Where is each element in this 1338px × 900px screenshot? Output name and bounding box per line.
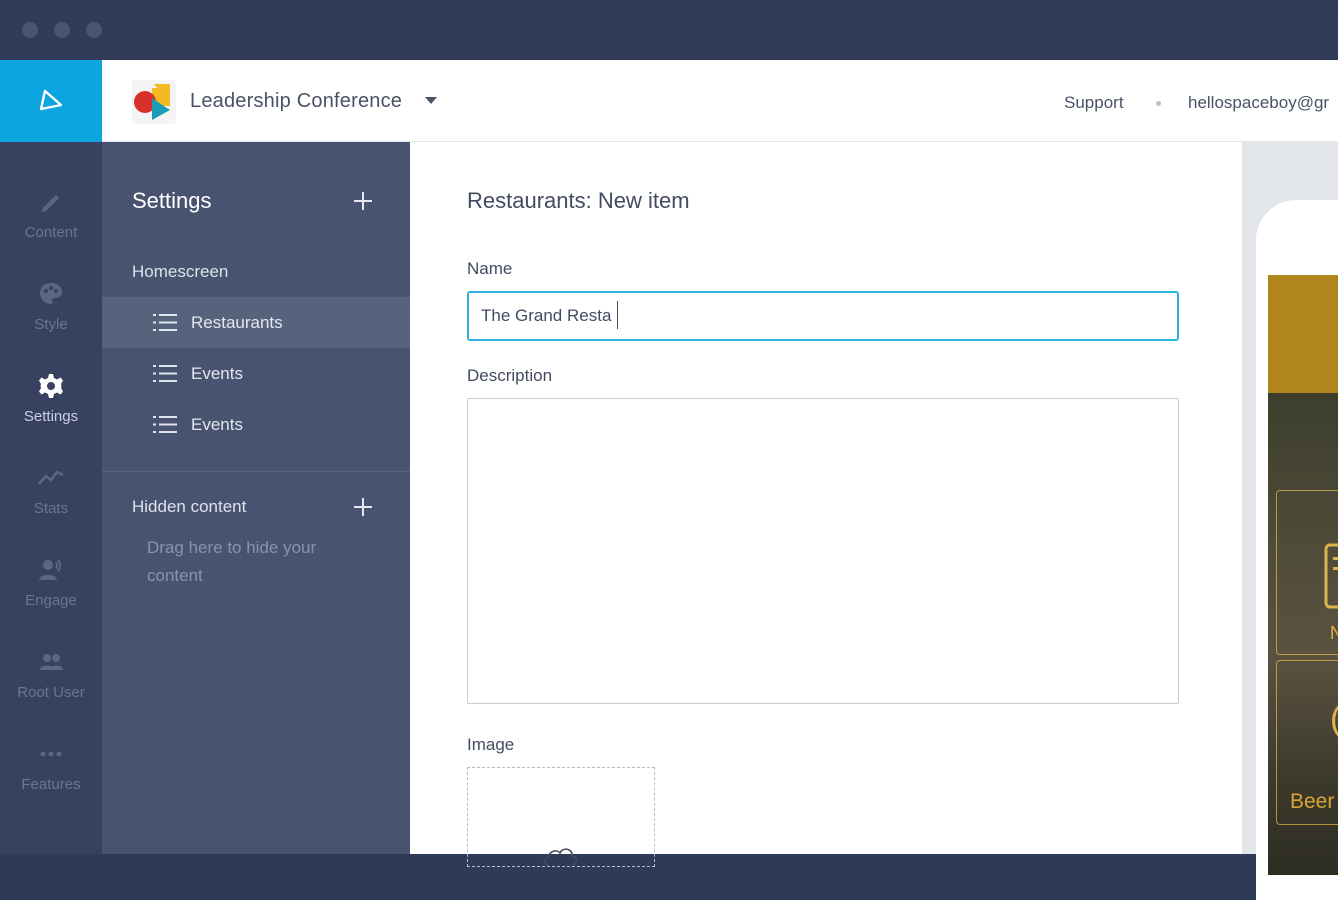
nav-item-events[interactable]: Events	[102, 348, 410, 399]
rail-item-style[interactable]: Style	[0, 280, 102, 360]
support-link[interactable]: Support	[1064, 93, 1124, 113]
add-page-button[interactable]	[354, 192, 372, 210]
nav-item-label: Events	[191, 415, 243, 434]
list-icon	[153, 365, 177, 382]
panel-title: Settings	[132, 188, 212, 213]
rail-item-engage[interactable]: Engage	[0, 556, 102, 636]
preview-header	[1268, 275, 1338, 393]
palette-icon	[40, 283, 62, 304]
users-icon	[40, 654, 63, 670]
top-bar: Leadership Conference Support hellospace…	[102, 60, 1338, 142]
name-input[interactable]	[467, 291, 1179, 341]
chart-line-icon	[38, 470, 64, 485]
image-upload-dropzone[interactable]	[467, 767, 655, 867]
nav-item-restaurants[interactable]: Restaurants	[102, 297, 410, 348]
hidden-content-label: Hidden content	[132, 497, 247, 516]
rail-item-settings[interactable]: Settings	[0, 372, 102, 452]
nav-item-label: Events	[191, 364, 243, 383]
rail-item-label: Features	[21, 776, 81, 793]
rail-item-content[interactable]: Content	[0, 188, 102, 268]
add-hidden-button[interactable]	[354, 498, 372, 516]
rail-item-label: Content	[24, 224, 78, 241]
hidden-dropzone[interactable]: Drag here to hide your content	[147, 534, 347, 590]
menu-icon	[1324, 543, 1338, 609]
phone-screen: N ( Beer	[1268, 275, 1338, 875]
rail-item-root-user[interactable]: Root User	[0, 648, 102, 728]
list-icon	[153, 314, 177, 331]
text-caret	[617, 301, 618, 329]
window-minimize-button[interactable]	[54, 22, 70, 38]
list-icon	[153, 416, 177, 433]
image-label: Image	[467, 735, 515, 754]
chevron-down-icon[interactable]	[425, 97, 437, 104]
pencil-icon	[42, 195, 59, 212]
preview-text: Beer	[1290, 790, 1335, 813]
paper-plane-icon	[39, 89, 63, 111]
account-email[interactable]: hellospaceboy@gr	[1188, 93, 1329, 113]
form-title: Restaurants: New item	[467, 188, 690, 213]
homescreen-label[interactable]: Homescreen	[132, 262, 228, 282]
window-close-button[interactable]	[22, 22, 38, 38]
panel-divider	[102, 471, 410, 472]
rail-item-label: Stats	[33, 500, 69, 517]
app-icon	[132, 80, 176, 124]
nav-item-events-2[interactable]: Events	[102, 399, 410, 450]
more-dots-icon	[40, 751, 62, 757]
separator-dot	[1156, 101, 1161, 106]
description-textarea[interactable]	[467, 398, 1179, 704]
rail-item-label: Settings	[23, 408, 79, 425]
name-label: Name	[467, 259, 513, 278]
rail-item-label: Engage	[25, 592, 77, 609]
rail-item-stats[interactable]: Stats	[0, 464, 102, 544]
editor-form: Restaurants: New item Name Description I…	[410, 142, 1242, 867]
cloud-upload-icon	[543, 848, 578, 866]
window-zoom-button[interactable]	[86, 22, 102, 38]
icon-rail: Content Style Settings Stats Engage Root…	[0, 142, 102, 854]
home-logo-button[interactable]	[0, 60, 102, 142]
nav-item-label: Restaurants	[191, 313, 283, 332]
user-broadcast-icon	[39, 559, 62, 580]
window-titlebar	[0, 0, 1338, 60]
preview-text: (	[1330, 700, 1338, 739]
description-label: Description	[467, 366, 553, 385]
preview-text: N	[1330, 623, 1338, 643]
rail-item-label: Style	[34, 316, 68, 333]
app-name[interactable]: Leadership Conference	[190, 90, 402, 113]
gear-icon	[39, 374, 63, 398]
rail-item-label: Root User	[17, 684, 85, 701]
settings-panel: Settings Homescreen Restaurants Events E…	[102, 142, 410, 854]
rail-item-features[interactable]: Features	[0, 740, 102, 820]
